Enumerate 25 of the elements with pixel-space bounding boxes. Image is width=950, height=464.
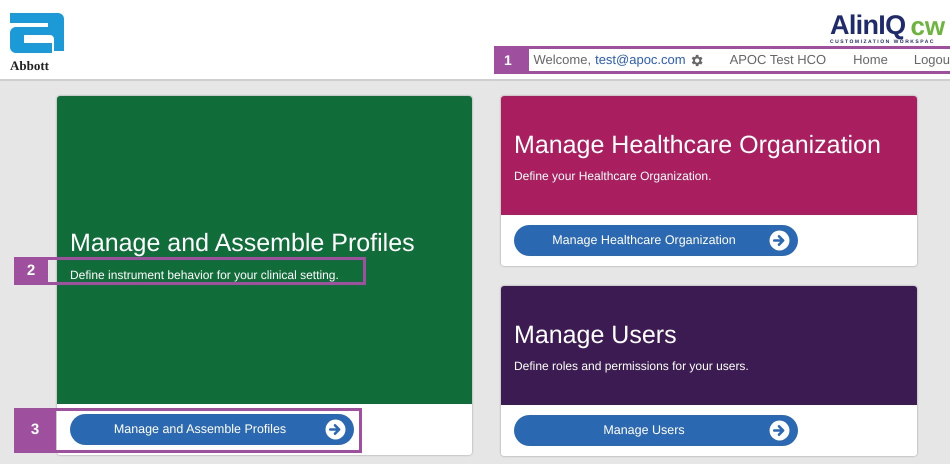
product-logo: AlinIQ (830, 12, 906, 39)
callout-number: 2 (14, 257, 48, 285)
welcome-text: Welcome, (534, 51, 592, 70)
nav-link[interactable]: Home (853, 50, 888, 70)
card-description: Define instrument behavior for your clinical setting. (70, 266, 340, 284)
card-title: Manage Healthcare Organization (514, 130, 882, 161)
product-logo-suffix: cw (910, 13, 946, 39)
arrow-right-circle-icon (769, 230, 790, 251)
brand-name: Abbott (10, 59, 50, 72)
arrow-right-circle-icon (769, 420, 790, 441)
card-button[interactable]: Manage and Assemble Profiles (70, 414, 354, 445)
card-title: Manage and Assemble Profiles (70, 228, 416, 260)
card-button[interactable]: Manage Healthcare Organization (514, 225, 798, 256)
card-button[interactable]: Manage Users (514, 415, 798, 446)
abbott-logo-icon (10, 13, 64, 53)
callout-number: 3 (14, 408, 56, 453)
card-description: Define your Healthcare Organization. (514, 168, 712, 186)
card-title: Manage Users (514, 320, 678, 351)
settings-icon[interactable] (688, 52, 704, 68)
nav-link[interactable]: Logou (914, 50, 950, 70)
user-email-link[interactable]: test@apoc.com (595, 50, 686, 70)
arrow-right-circle-icon (325, 419, 346, 440)
callout-number: 1 (504, 50, 513, 70)
card-description: Define roles and permissions for your users. (514, 358, 750, 376)
organization-name: APOC Test HCO (730, 51, 826, 70)
